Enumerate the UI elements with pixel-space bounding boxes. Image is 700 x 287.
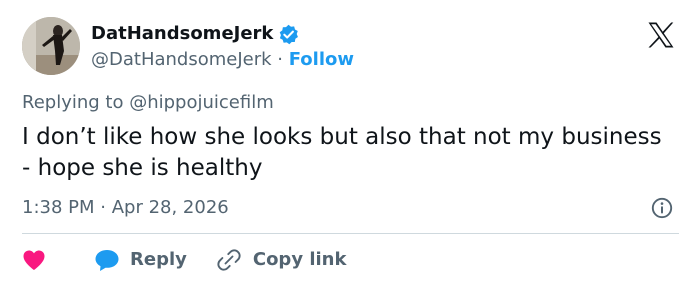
author-handle-row: @DatHandsomeJerk · Follow [91,48,354,72]
reply-button[interactable]: Reply [94,248,187,272]
tweet-timestamp[interactable]: 1:38 PM · Apr 28, 2026 [22,196,229,220]
link-icon [217,248,241,272]
tweet-text: I don’t like how she looks but also that… [22,124,662,181]
tweet-time: 1:38 PM [22,197,95,218]
handle-separator: · [271,49,289,70]
avatar[interactable] [22,17,80,75]
like-button[interactable] [22,249,86,271]
x-logo-icon[interactable] [646,20,676,50]
speech-bubble-icon [94,248,120,272]
meta-separator: · [94,197,112,218]
verified-badge-icon [278,24,299,45]
info-icon[interactable] [651,197,673,219]
replying-to-handle[interactable]: @hippojuicefilm [129,92,274,113]
replying-to-line: Replying to @hippojuicefilm [22,91,274,115]
author-name-row: DatHandsomeJerk [91,22,299,46]
action-bar: Reply Copy link [22,246,346,274]
author-handle[interactable]: @DatHandsomeJerk [91,49,272,70]
heart-icon [22,249,46,271]
divider [22,233,679,234]
reply-label: Reply [130,249,187,270]
replying-prefix: Replying to [22,92,130,113]
tweet-date: Apr 28, 2026 [111,197,229,218]
copy-link-button[interactable]: Copy link [217,248,347,272]
copy-link-label: Copy link [252,249,347,270]
avatar-photo [22,17,80,75]
author-display-name[interactable]: DatHandsomeJerk [91,22,273,46]
follow-button[interactable]: Follow [289,49,354,70]
